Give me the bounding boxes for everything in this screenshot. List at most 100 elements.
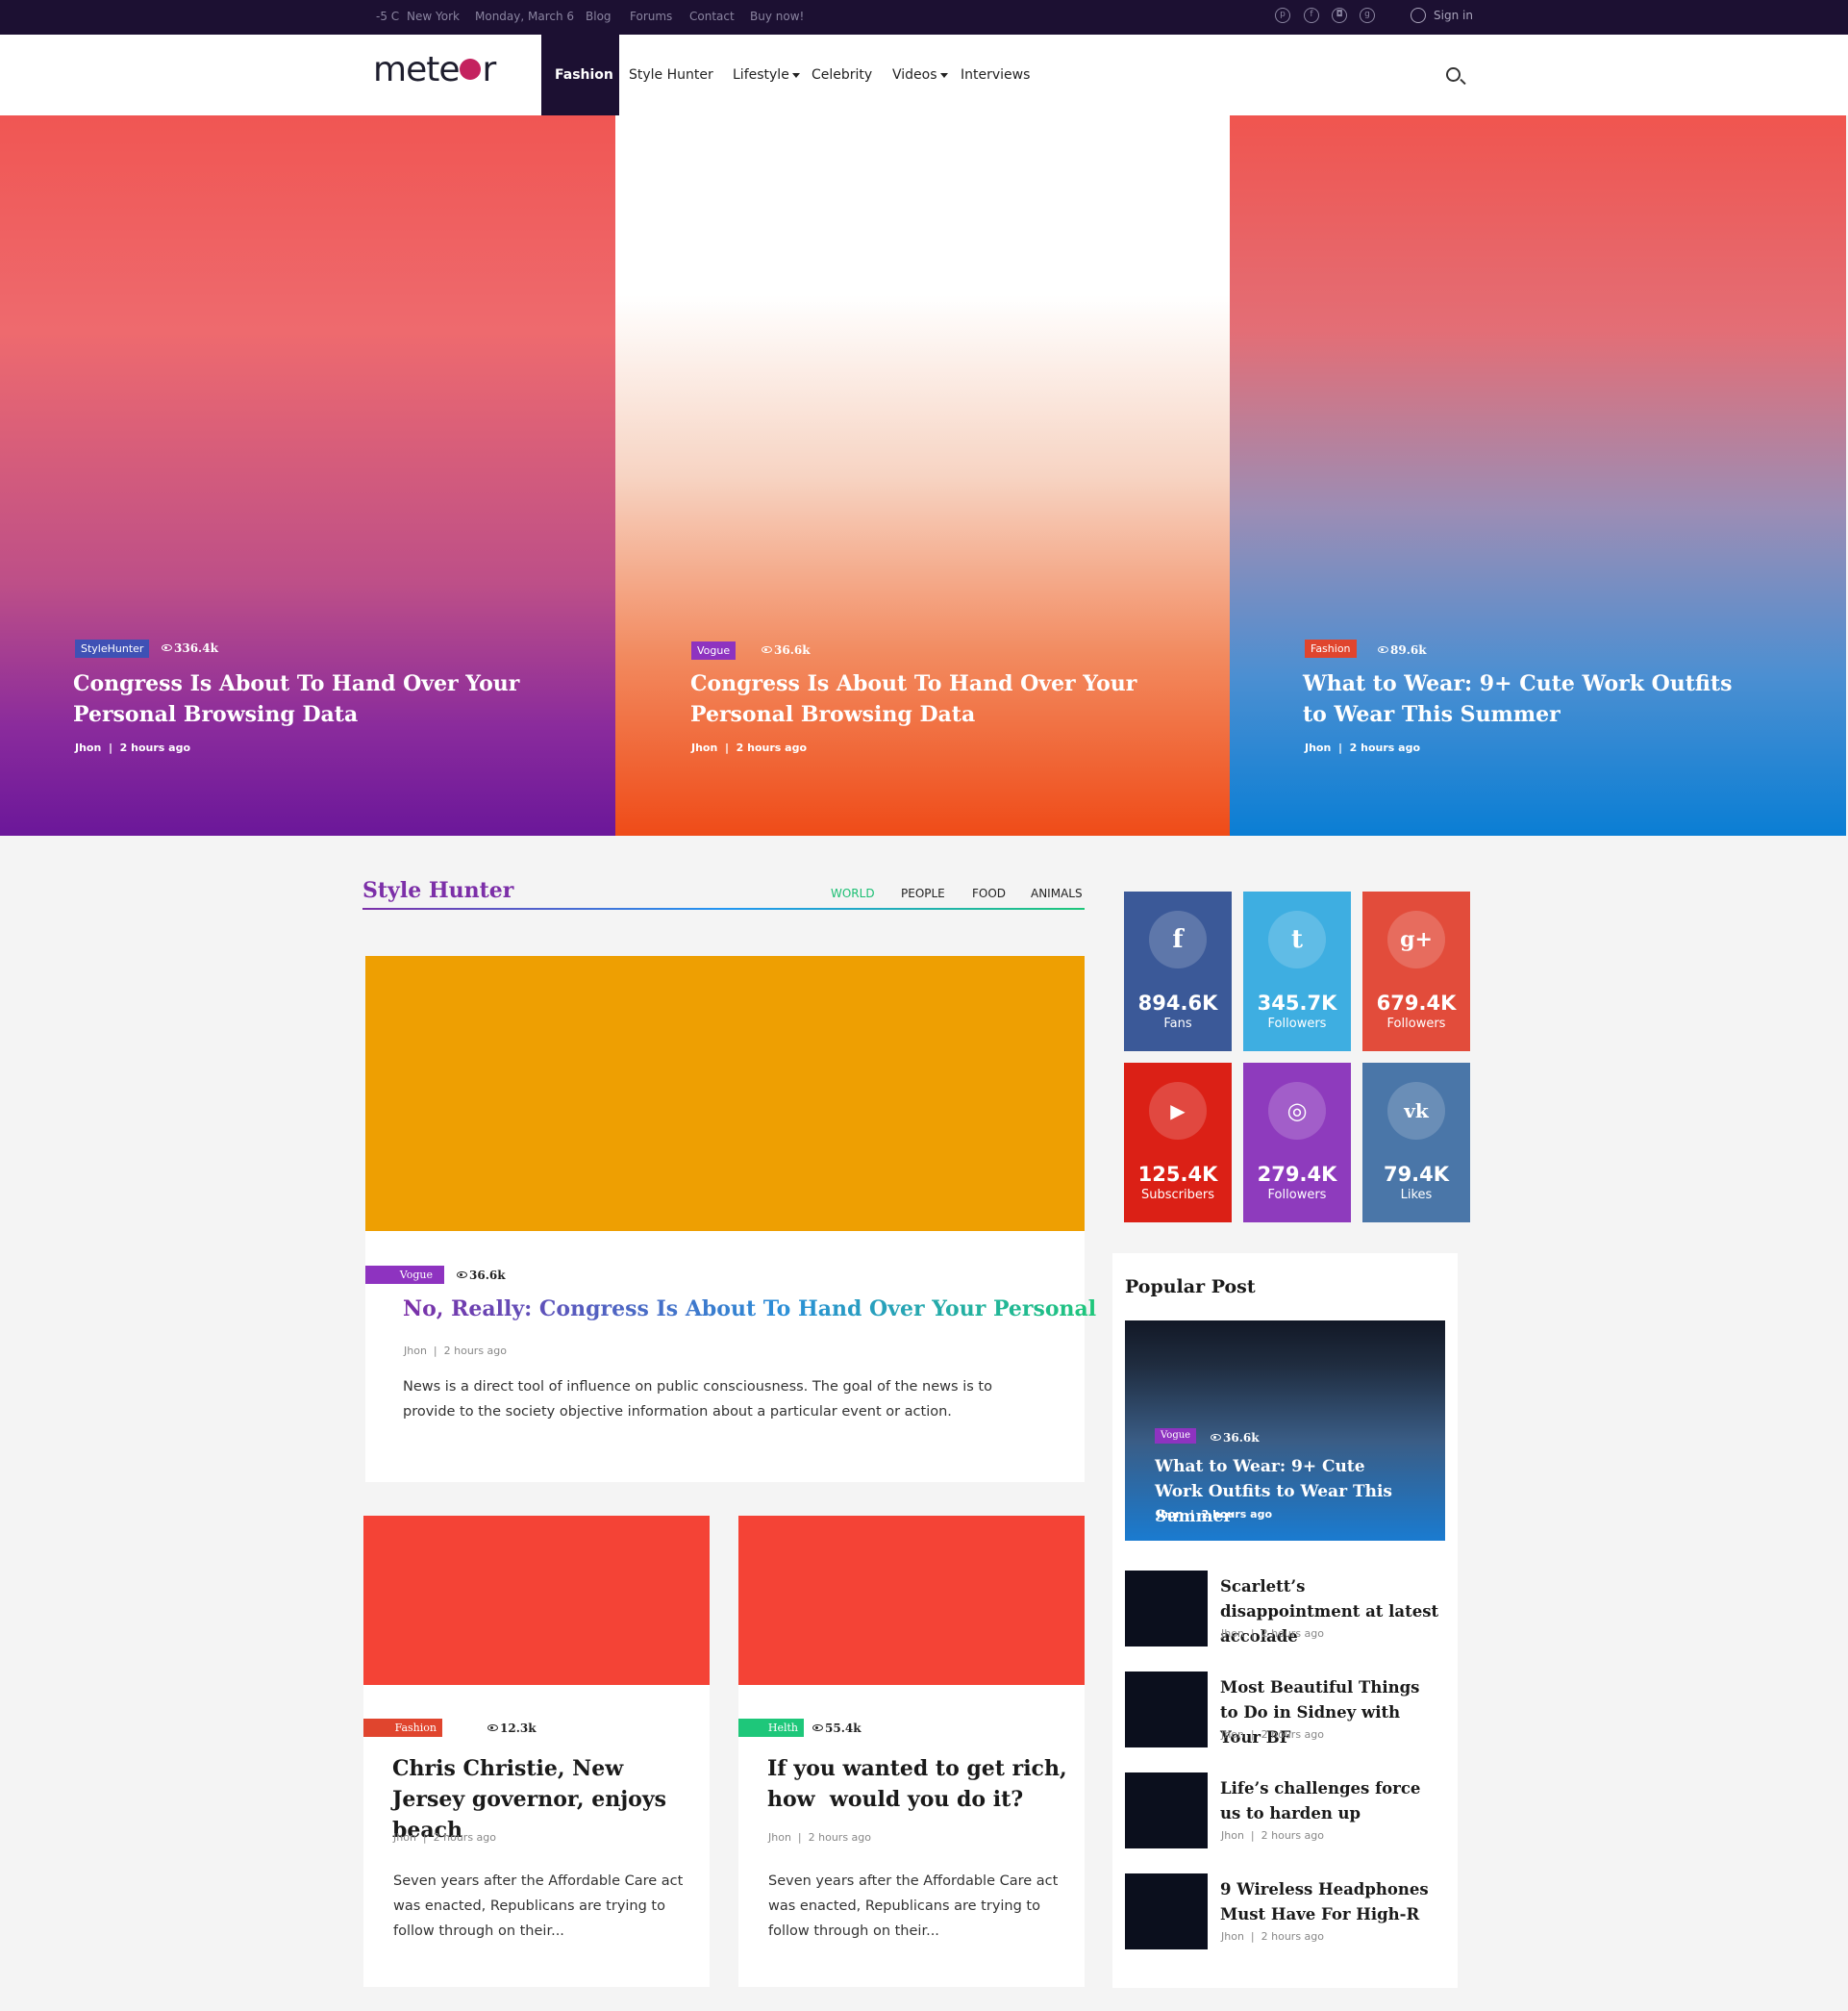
social-label: Followers bbox=[1267, 1188, 1327, 1202]
eye-icon bbox=[812, 1724, 823, 1731]
article-card-2-image[interactable] bbox=[738, 1516, 1085, 1685]
chevron-down-icon bbox=[939, 72, 948, 78]
hero-3-badge[interactable]: Fashion bbox=[1305, 640, 1357, 658]
article-card-2-title[interactable]: If you wanted to get rich, how would you… bbox=[767, 1753, 1075, 1815]
social-youtube[interactable]: ▶ 125.4K Subscribers bbox=[1124, 1063, 1232, 1222]
search-icon[interactable] bbox=[1446, 67, 1461, 82]
social-count: 679.4K bbox=[1376, 992, 1457, 1015]
hero-3-title[interactable]: What to Wear: 9+ Cute Work Outfits to We… bbox=[1303, 668, 1745, 730]
featured-badge[interactable]: Vogue bbox=[365, 1266, 444, 1284]
featured-excerpt: News is a direct tool of influence on pu… bbox=[403, 1379, 992, 1420]
popular-feature-meta: Jhon | 2 hours ago bbox=[1157, 1508, 1273, 1521]
instagram-icon: ◎ bbox=[1268, 1082, 1326, 1140]
nav-fashion[interactable]: Fashion bbox=[555, 67, 613, 83]
eye-icon bbox=[1211, 1434, 1221, 1441]
weather-temp: -5 C bbox=[376, 10, 400, 23]
eye-icon bbox=[162, 644, 172, 651]
popular-title-3[interactable]: Life’s challenges force us to harden up bbox=[1220, 1776, 1441, 1826]
article-card-2-meta: Jhon | 2 hours ago bbox=[768, 1831, 871, 1844]
hero-1-views: 336.4k bbox=[162, 641, 218, 655]
popular-heading: Popular Post bbox=[1125, 1276, 1256, 1297]
social-count: 345.7K bbox=[1257, 992, 1337, 1015]
hero-2-views: 36.6k bbox=[762, 643, 811, 657]
article-card-1-views: 12.3k bbox=[487, 1722, 537, 1735]
tab-world[interactable]: WORLD bbox=[831, 887, 875, 900]
social-instagram[interactable]: ◎ 279.4K Followers bbox=[1243, 1063, 1351, 1222]
top-link-forums[interactable]: Forums bbox=[630, 10, 672, 23]
hero-1-meta: Jhon | 2 hours ago bbox=[75, 742, 191, 754]
social-google-plus[interactable]: g+ 679.4K Followers bbox=[1362, 892, 1470, 1051]
facebook-icon[interactable]: f bbox=[1304, 8, 1319, 23]
instagram-icon[interactable]: ◘ bbox=[1332, 8, 1347, 23]
popular-meta-4: Jhon | 2 hours ago bbox=[1221, 1930, 1324, 1943]
top-link-contact[interactable]: Contact bbox=[689, 10, 735, 23]
article-card-1-badge[interactable]: Fashion bbox=[363, 1719, 442, 1737]
article-card-2-excerpt: Seven years after the Affordable Care ac… bbox=[768, 1873, 1059, 1939]
hero-3-views: 89.6k bbox=[1378, 643, 1427, 657]
featured-meta: Jhon | 2 hours ago bbox=[404, 1345, 507, 1357]
social-label: Fans bbox=[1163, 1017, 1192, 1031]
tab-people[interactable]: PEOPLE bbox=[901, 887, 945, 900]
social-label: Subscribers bbox=[1141, 1188, 1214, 1202]
site-logo[interactable]: mete r bbox=[373, 50, 496, 89]
hero-1-badge[interactable]: StyleHunter bbox=[75, 640, 150, 658]
popular-thumb-4[interactable] bbox=[1125, 1873, 1208, 1949]
hero-1-title[interactable]: Congress Is About To Hand Over Your Pers… bbox=[73, 668, 525, 730]
facebook-icon: f bbox=[1149, 911, 1207, 968]
nav-lifestyle[interactable]: Lifestyle bbox=[733, 67, 800, 83]
popular-title-4[interactable]: 9 Wireless Headphones Must Have For High… bbox=[1220, 1877, 1441, 1927]
vk-icon: vk bbox=[1387, 1082, 1445, 1140]
article-card-2-views: 55.4k bbox=[812, 1722, 862, 1735]
top-date: Monday, March 6 bbox=[475, 10, 575, 23]
pinterest-icon[interactable]: p bbox=[1275, 8, 1290, 23]
twitter-icon: t bbox=[1268, 911, 1326, 968]
popular-meta-1: Jhon | 2 hours ago bbox=[1221, 1627, 1324, 1640]
social-facebook[interactable]: f 894.6K Fans bbox=[1124, 892, 1232, 1051]
featured-title[interactable]: No, Really: Congress Is About To Hand Ov… bbox=[403, 1295, 1096, 1323]
tab-animals[interactable]: ANIMALS bbox=[1031, 887, 1083, 900]
social-count: 279.4K bbox=[1257, 1163, 1337, 1186]
social-count: 125.4K bbox=[1137, 1163, 1218, 1186]
eye-icon bbox=[1378, 646, 1388, 653]
article-card-1-excerpt: Seven years after the Affordable Care ac… bbox=[393, 1873, 684, 1939]
section-divider bbox=[362, 908, 1085, 910]
top-link-blog[interactable]: Blog bbox=[586, 10, 612, 23]
nav-celebrity[interactable]: Celebrity bbox=[812, 67, 872, 83]
nav-videos[interactable]: Videos bbox=[892, 67, 948, 83]
hero-2-meta: Jhon | 2 hours ago bbox=[691, 742, 808, 754]
eye-icon bbox=[762, 646, 772, 653]
social-label: Followers bbox=[1267, 1017, 1327, 1031]
hero-2-title[interactable]: Congress Is About To Hand Over Your Pers… bbox=[690, 668, 1142, 730]
nav-style-hunter[interactable]: Style Hunter bbox=[629, 67, 713, 83]
popular-thumb-1[interactable] bbox=[1125, 1571, 1208, 1647]
section-title: Style Hunter bbox=[362, 878, 514, 903]
weather-city: New York bbox=[407, 10, 460, 23]
chevron-down-icon bbox=[791, 72, 800, 78]
popular-meta-3: Jhon | 2 hours ago bbox=[1221, 1829, 1324, 1842]
sign-in-link[interactable]: Sign in bbox=[1434, 9, 1473, 22]
popular-thumb-3[interactable] bbox=[1125, 1772, 1208, 1848]
popular-feature-badge[interactable]: Vogue bbox=[1155, 1428, 1197, 1444]
social-count: 79.4K bbox=[1383, 1163, 1450, 1186]
social-count: 894.6K bbox=[1137, 992, 1218, 1015]
featured-image[interactable] bbox=[365, 956, 1085, 1231]
nav-interviews[interactable]: Interviews bbox=[961, 67, 1030, 83]
hero-2-badge[interactable]: Vogue bbox=[691, 641, 737, 660]
popular-meta-2: Jhon | 2 hours ago bbox=[1221, 1728, 1324, 1741]
top-bar bbox=[0, 0, 1848, 35]
article-card-1-meta: Jhon | 2 hours ago bbox=[393, 1831, 496, 1844]
social-twitter[interactable]: t 345.7K Followers bbox=[1243, 892, 1351, 1051]
social-vk[interactable]: vk 79.4K Likes bbox=[1362, 1063, 1470, 1222]
tab-food[interactable]: FOOD bbox=[972, 887, 1006, 900]
popular-feature-views: 36.6k bbox=[1211, 1431, 1260, 1445]
social-label: Followers bbox=[1386, 1017, 1446, 1031]
featured-views: 36.6k bbox=[457, 1269, 506, 1282]
article-card-1-image[interactable] bbox=[363, 1516, 710, 1685]
top-link-buy[interactable]: Buy now! bbox=[750, 10, 804, 23]
eye-icon bbox=[487, 1724, 498, 1731]
user-icon[interactable] bbox=[1411, 8, 1426, 23]
google-icon[interactable]: g bbox=[1360, 8, 1375, 23]
popular-thumb-2[interactable] bbox=[1125, 1672, 1208, 1747]
hero-3-meta: Jhon | 2 hours ago bbox=[1305, 742, 1421, 754]
article-card-2-badge[interactable]: Helth bbox=[738, 1719, 804, 1737]
